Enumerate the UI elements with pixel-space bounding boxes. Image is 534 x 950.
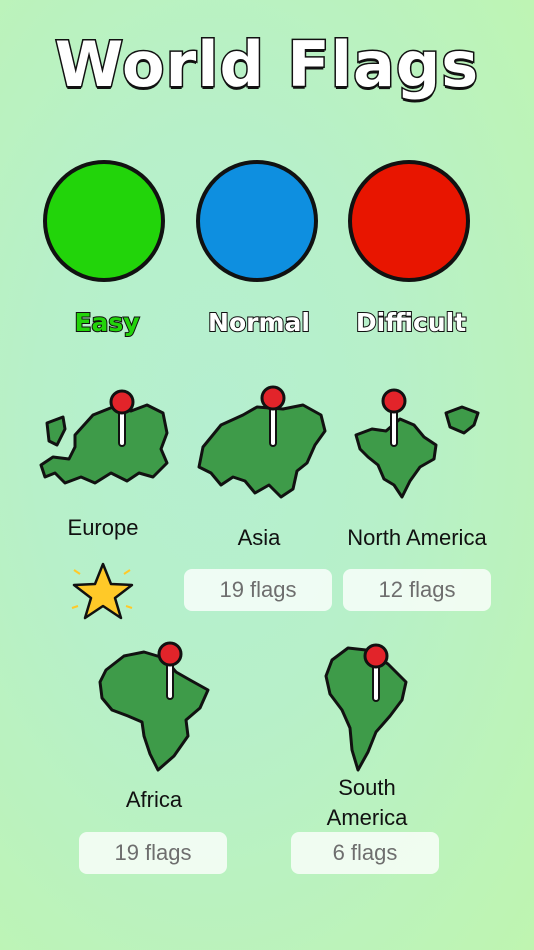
north-america-map-icon [354,388,480,499]
difficult-difficulty-button[interactable] [348,160,470,282]
south-america-flags-button[interactable]: 6 flags [291,832,439,874]
easy-label[interactable]: Easy [27,307,187,338]
normal-difficulty-button[interactable] [196,160,318,282]
continent-europe[interactable] [30,380,180,500]
easy-difficulty-button[interactable] [43,160,165,282]
star-icon [71,562,134,620]
continent-africa[interactable] [90,640,220,775]
south-america-map-icon [324,643,408,772]
asia-flags-button[interactable]: 19 flags [184,569,332,611]
asia-label: Asia [237,525,281,550]
north-america-flags-button[interactable]: 12 flags [343,569,491,611]
normal-label[interactable]: Normal [179,307,339,338]
continent-south-america[interactable] [318,640,418,775]
asia-map-icon [197,385,327,499]
europe-label: Europe [67,515,139,540]
north-america-label: North America [347,525,487,550]
page-title: World Flags [53,27,480,103]
europe-map-icon [39,389,169,485]
continent-north-america[interactable] [345,385,495,510]
continent-asia[interactable] [188,380,338,510]
africa-flags-button[interactable]: 19 flags [79,832,227,874]
south-america-label: South America [326,775,408,830]
difficult-label[interactable]: Difficult [331,307,491,338]
africa-label: Africa [125,787,183,812]
africa-map-icon [98,641,210,772]
